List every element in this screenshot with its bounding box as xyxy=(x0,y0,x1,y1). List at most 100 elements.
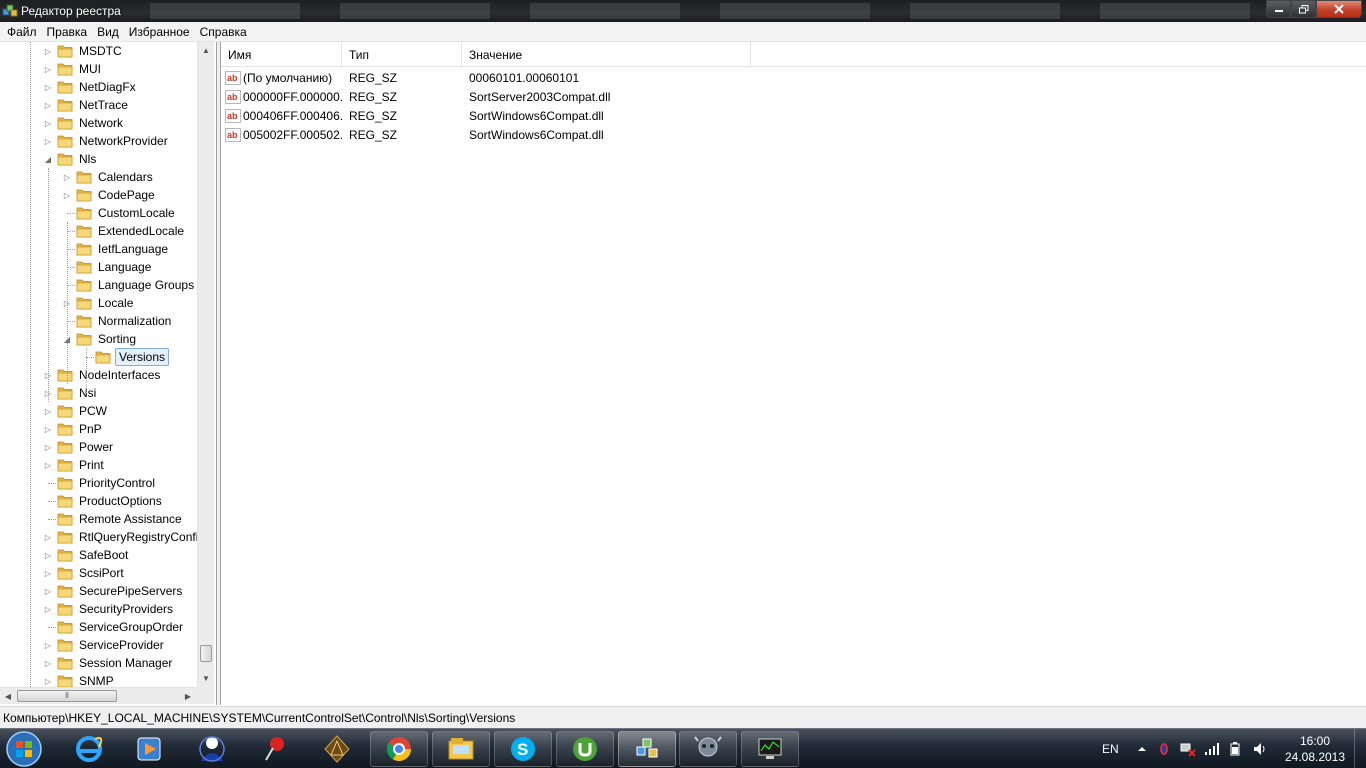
vertical-scroll-thumb[interactable] xyxy=(200,645,212,662)
expander-arrow-icon[interactable]: ▷ xyxy=(62,186,72,204)
list-item[interactable]: ab 005002FF.000502... REG_SZ SortWindows6Co… xyxy=(225,125,604,144)
tree-node[interactable]: ▷ Nsi xyxy=(43,384,98,402)
tree-node[interactable]: ▷ NodeInterfaces xyxy=(43,366,162,384)
tree-node[interactable]: ▷ SafeBoot xyxy=(43,546,130,564)
expander-arrow-icon[interactable]: ▷ xyxy=(43,96,53,114)
tree-node[interactable]: ExtendedLocale xyxy=(62,222,186,240)
tree-node[interactable]: ▷ SecurityProviders xyxy=(43,600,175,618)
expander-arrow-icon[interactable]: ◢ xyxy=(43,150,53,168)
tree-node[interactable]: CustomLocale xyxy=(62,204,177,222)
minimize-button[interactable] xyxy=(1266,0,1291,18)
tree-node[interactable]: ▷ NetTrace xyxy=(43,96,130,114)
taskbar-button-utorrent[interactable] xyxy=(556,731,614,767)
tree-horizontal-scrollbar[interactable]: ◀ ⦀ ▶ xyxy=(0,687,197,704)
tree-node[interactable]: Normalization xyxy=(62,312,173,330)
tree-node[interactable]: ▷ PCW xyxy=(43,402,109,420)
expander-arrow-icon[interactable]: ▷ xyxy=(43,654,53,672)
menu-view[interactable]: Вид xyxy=(92,22,124,42)
tree-node[interactable]: ▷ Calendars xyxy=(62,168,155,186)
expander-arrow-icon[interactable]: ▷ xyxy=(43,564,53,582)
scroll-up-arrow-icon[interactable]: ▲ xyxy=(198,42,214,59)
taskbar-button-media-player[interactable] xyxy=(120,731,178,767)
scroll-down-arrow-icon[interactable]: ▼ xyxy=(198,670,214,687)
tree-node[interactable]: ▷ PnP xyxy=(43,420,104,438)
tree-node[interactable]: Language Groups xyxy=(62,276,196,294)
tree-node[interactable]: Remote Assistance xyxy=(43,510,184,528)
tree-node[interactable]: ▷ MSDTC xyxy=(43,42,124,60)
tree-node[interactable]: ▷ Locale xyxy=(62,294,135,312)
tray-app-icon[interactable] xyxy=(1156,741,1172,757)
menu-file[interactable]: Файл xyxy=(2,22,42,42)
tree-node[interactable]: Language xyxy=(62,258,153,276)
tree-node[interactable]: ▷ Session Manager xyxy=(43,654,174,672)
expander-arrow-icon[interactable]: ▷ xyxy=(43,438,53,456)
tree-node[interactable]: ▷ SecurePipeServers xyxy=(43,582,184,600)
battery-icon[interactable] xyxy=(1228,741,1244,757)
tree-node[interactable]: ▷ Network xyxy=(43,114,125,132)
expander-arrow-icon[interactable]: ▷ xyxy=(62,168,72,186)
expander-arrow-icon[interactable]: ▷ xyxy=(43,402,53,420)
column-value[interactable]: Значение xyxy=(462,42,751,67)
scroll-right-arrow-icon[interactable]: ▶ xyxy=(180,688,196,705)
column-name[interactable]: Имя xyxy=(221,42,342,67)
expander-arrow-icon[interactable]: ▷ xyxy=(43,78,53,96)
taskbar-button-internet-explorer[interactable] xyxy=(60,731,118,767)
tree-node[interactable]: ▷ ServiceProvider xyxy=(43,636,166,654)
expander-arrow-icon[interactable]: ▷ xyxy=(43,456,53,474)
start-button-icon[interactable] xyxy=(3,730,45,768)
maximize-button[interactable] xyxy=(1291,0,1316,18)
volume-icon[interactable] xyxy=(1252,741,1268,757)
taskbar-button-registry-editor[interactable] xyxy=(618,731,676,767)
tree-vertical-scrollbar[interactable]: ▲ ▼ xyxy=(197,42,214,687)
menu-help[interactable]: Справка xyxy=(195,22,252,42)
tree-node[interactable]: ▷ NetworkProvider xyxy=(43,132,170,150)
column-type[interactable]: Тип xyxy=(342,42,462,67)
expander-arrow-icon[interactable]: ▷ xyxy=(43,60,53,78)
clock[interactable]: 16:00 24.08.2013 xyxy=(1280,733,1350,765)
list-item[interactable]: ab 000406FF.000406... REG_SZ SortWindows6Co… xyxy=(225,106,604,125)
tree-node[interactable]: ◢ Sorting xyxy=(62,330,138,348)
registry-tree[interactable]: ▷ MSDTC ▷ MUI ▷ NetDiagFx ▷ NetTrace ▷ Network ▷ Ne… xyxy=(0,42,217,705)
tree-node[interactable]: ▷ Power xyxy=(43,438,115,456)
expander-arrow-icon[interactable]: ▷ xyxy=(43,42,53,60)
list-item[interactable]: ab 000000FF.000000... REG_SZ SortServer2003… xyxy=(225,87,610,106)
horizontal-scroll-thumb[interactable]: ⦀ xyxy=(17,690,117,702)
taskbar-button-chrome[interactable] xyxy=(370,731,428,767)
taskbar-button-file-explorer[interactable] xyxy=(432,731,490,767)
list-item[interactable]: ab (По умолчанию) REG_SZ 00060101.00060101 xyxy=(225,68,579,87)
tree-node[interactable]: IetfLanguage xyxy=(62,240,170,258)
expander-arrow-icon[interactable]: ▷ xyxy=(43,600,53,618)
network-error-icon[interactable] xyxy=(1180,741,1196,757)
tree-node[interactable]: Versions xyxy=(81,348,170,366)
tree-node[interactable]: ▷ NetDiagFx xyxy=(43,78,138,96)
tree-node[interactable]: PriorityControl xyxy=(43,474,157,492)
taskbar-button-user-app[interactable] xyxy=(183,731,241,767)
taskbar-button-game-emblem[interactable] xyxy=(308,731,366,767)
expander-arrow-icon[interactable]: ▷ xyxy=(43,546,53,564)
tree-node[interactable]: ▷ Print xyxy=(43,456,106,474)
expander-arrow-icon[interactable]: ▷ xyxy=(43,114,53,132)
values-list[interactable]: Имя Тип Значение ab (По умолчанию) REG_SZ 0… xyxy=(220,42,1366,705)
expander-arrow-icon[interactable]: ▷ xyxy=(43,636,53,654)
expander-arrow-icon[interactable]: ▷ xyxy=(43,528,53,546)
taskbar-button-task-manager[interactable] xyxy=(741,731,799,767)
expander-arrow-icon[interactable]: ▷ xyxy=(43,582,53,600)
tree-node[interactable]: ▷ MUI xyxy=(43,60,103,78)
expander-arrow-icon[interactable]: ▷ xyxy=(43,672,53,687)
tree-node[interactable]: ▷ RtlQueryRegistryConfig xyxy=(43,528,197,546)
close-button[interactable] xyxy=(1316,0,1362,18)
expander-arrow-icon[interactable]: ▷ xyxy=(43,420,53,438)
menu-favorites[interactable]: Избранное xyxy=(124,22,195,42)
tree-node[interactable]: ServiceGroupOrder xyxy=(43,618,185,636)
taskbar-button-game-skull[interactable] xyxy=(679,731,737,767)
show-desktop-button[interactable] xyxy=(1354,729,1366,768)
tree-node[interactable]: ◢ Nls xyxy=(43,150,98,168)
tree-node[interactable]: ▷ CodePage xyxy=(62,186,157,204)
language-indicator[interactable]: EN xyxy=(1102,729,1119,768)
taskbar-button-skype[interactable]: S xyxy=(494,731,552,767)
show-hidden-icons-icon[interactable] xyxy=(1134,741,1150,757)
tree-node[interactable]: ▷ ScsiPort xyxy=(43,564,126,582)
tree-node[interactable]: ▷ SNMP xyxy=(43,672,116,687)
taskbar-button-pin-app[interactable] xyxy=(246,731,304,767)
menu-edit[interactable]: Правка xyxy=(42,22,93,42)
